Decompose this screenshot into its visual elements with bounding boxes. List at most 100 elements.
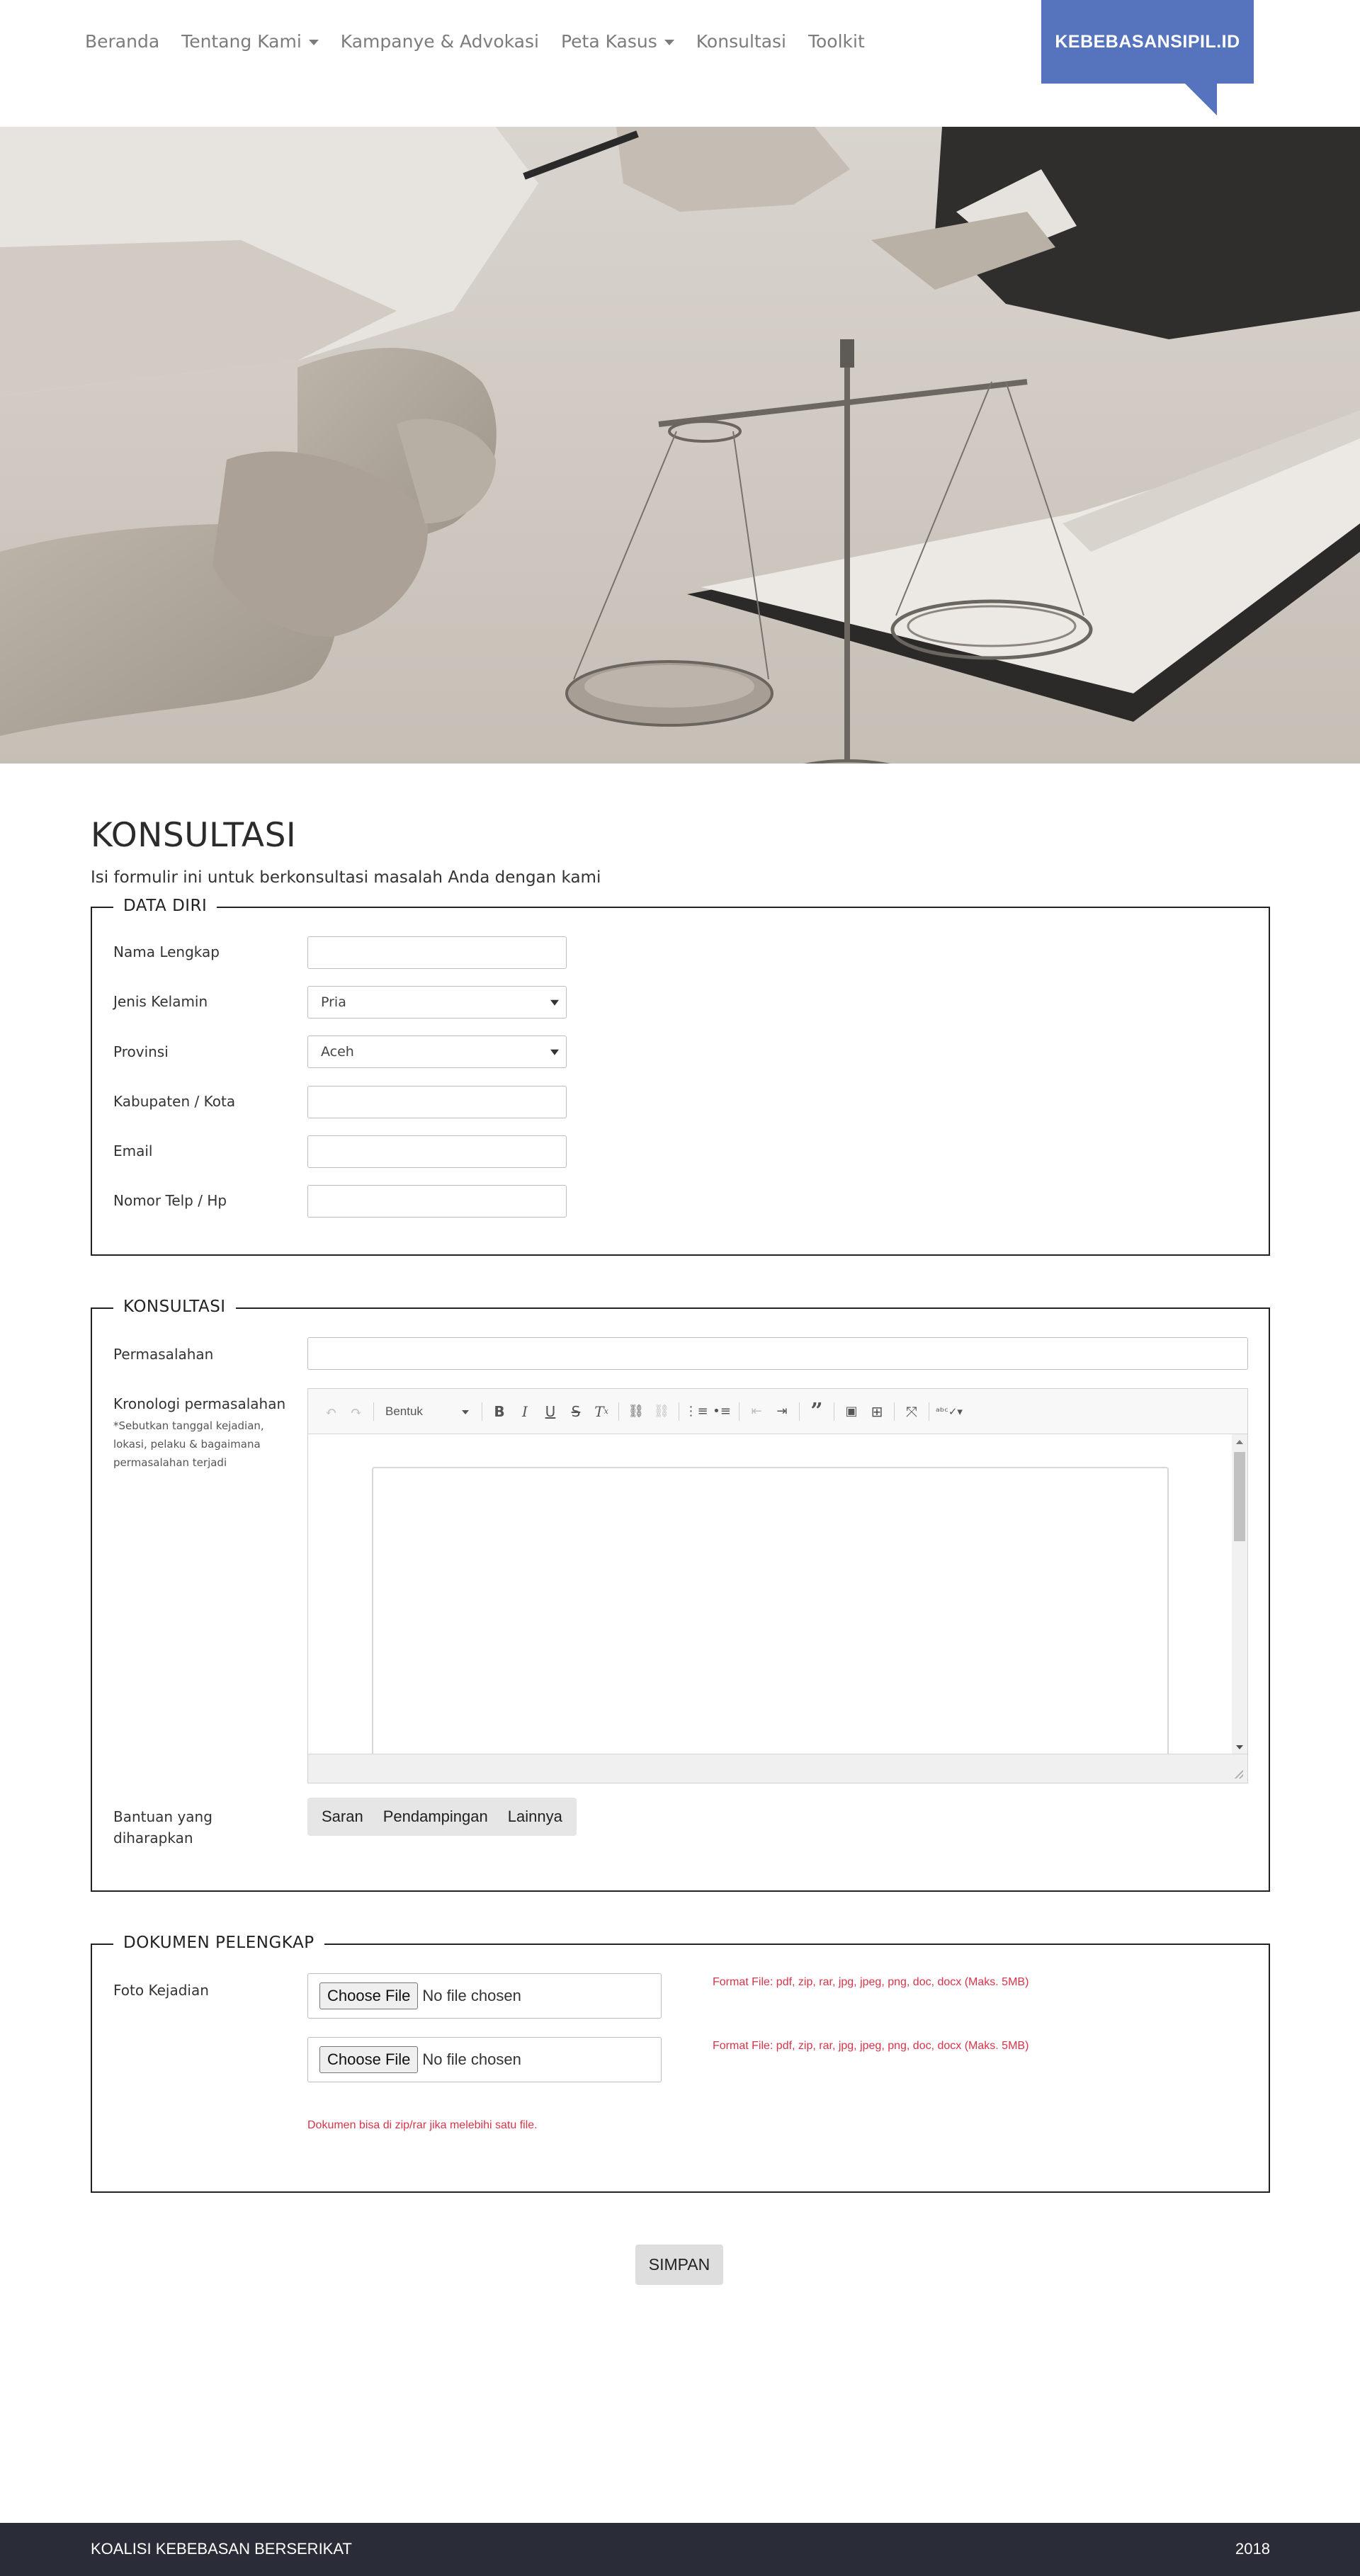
- zip-note: Dokumen bisa di zip/rar jika melebihi sa…: [307, 2119, 538, 2131]
- label-bantuan: Bantuan yang diharapkan: [113, 1808, 212, 1846]
- nav-label: Peta Kasus: [560, 31, 657, 52]
- editor-page[interactable]: [372, 1467, 1169, 1755]
- telp-input[interactable]: [307, 1185, 567, 1218]
- caret-down-icon: [308, 39, 319, 45]
- resize-handle-icon[interactable]: [1235, 1770, 1243, 1778]
- italic-icon[interactable]: I: [512, 1401, 538, 1422]
- format-label: Bentuk: [385, 1404, 423, 1418]
- toolbar-separator: [894, 1402, 895, 1421]
- fieldset-data-diri: DATA DIRI Nama Lengkap Jenis Kelamin Pri…: [91, 897, 1270, 1256]
- scales-of-justice-illustration: [0, 127, 1360, 764]
- legend-konsultasi: KONSULTASI: [113, 1298, 236, 1316]
- editor-scrollbar[interactable]: [1232, 1434, 1247, 1755]
- gender-select[interactable]: Pria: [307, 986, 567, 1019]
- format-dropdown[interactable]: Bentuk: [378, 1401, 477, 1422]
- simpan-button[interactable]: SIMPAN: [635, 2245, 723, 2285]
- toolbar-separator: [373, 1402, 374, 1421]
- underline-icon[interactable]: U: [538, 1401, 563, 1422]
- nav-label: Beranda: [85, 31, 160, 52]
- label-jenis-kelamin: Jenis Kelamin: [113, 993, 208, 1010]
- undo-icon[interactable]: ↶: [318, 1401, 344, 1422]
- provinsi-select[interactable]: Aceh: [307, 1035, 567, 1068]
- file-status: No file chosen: [422, 2050, 521, 2068]
- label-foto-kejadian: Foto Kejadian: [113, 1982, 209, 1999]
- nav-label: Konsultasi: [696, 31, 786, 52]
- unlink-icon[interactable]: ⛓: [649, 1401, 674, 1422]
- spellcheck-icon[interactable]: ᵃᵇᶜ✓▾: [934, 1401, 965, 1422]
- scroll-down-icon[interactable]: [1236, 1745, 1243, 1749]
- fieldset-dokumen: DOKUMEN PELENGKAP Foto Kejadian Choose F…: [91, 1934, 1270, 2193]
- indent-icon[interactable]: ⇥: [769, 1401, 795, 1422]
- email-input[interactable]: [307, 1135, 567, 1168]
- page-subtitle: Isi formulir ini untuk berkonsultasi mas…: [91, 868, 601, 887]
- label-provinsi: Provinsi: [113, 1043, 169, 1060]
- caret-down-icon: [462, 1409, 469, 1414]
- nav-links: Beranda Tentang Kami Kampanye & Advokasi…: [85, 31, 887, 52]
- outdent-icon[interactable]: ⇤: [744, 1401, 769, 1422]
- brand-tail-shape: [1185, 84, 1217, 115]
- provinsi-value: Aceh: [321, 1044, 354, 1060]
- choose-file-button[interactable]: Choose File: [319, 2046, 419, 2073]
- nav-item-kampanye[interactable]: Kampanye & Advokasi: [341, 31, 539, 52]
- file-input-1[interactable]: Choose File No file chosen: [307, 1973, 662, 2019]
- label-permasalahan: Permasalahan: [113, 1346, 214, 1363]
- nav-item-konsultasi[interactable]: Konsultasi: [696, 31, 786, 52]
- legend-dokumen: DOKUMEN PELENGKAP: [113, 1934, 324, 1952]
- file-input-2[interactable]: Choose File No file chosen: [307, 2037, 662, 2082]
- page-title: KONSULTASI: [91, 816, 297, 855]
- brand-logo[interactable]: KEBEBASANSIPIL.ID: [1041, 0, 1254, 84]
- editor-toolbar: ↶ ↷ Bentuk B I U S Tx ⛓ ⛓ ⋮≡ •≡ ⇤ ⇥ ” ▣ …: [308, 1389, 1247, 1434]
- bantuan-option-lainnya[interactable]: Lainnya: [498, 1808, 572, 1826]
- scroll-thumb[interactable]: [1234, 1452, 1245, 1541]
- permasalahan-input[interactable]: [307, 1337, 1248, 1370]
- maximize-icon[interactable]: ⤧: [899, 1401, 924, 1422]
- hero-image: [0, 127, 1360, 764]
- format-note-1: Format File: pdf, zip, rar, jpg, jpeg, p…: [713, 1976, 1029, 1988]
- format-note-2: Format File: pdf, zip, rar, jpg, jpeg, p…: [713, 2040, 1029, 2052]
- footer: KOALISI KEBEBASAN BERSERIKAT 2018: [0, 2523, 1360, 2576]
- label-kronologi: Kronologi permasalahan: [113, 1395, 286, 1412]
- nav-label: Toolkit: [808, 31, 865, 52]
- nav-item-tentang-kami[interactable]: Tentang Kami: [181, 31, 319, 52]
- nav-item-toolkit[interactable]: Toolkit: [808, 31, 865, 52]
- nav-label: Tentang Kami: [181, 31, 302, 52]
- toolbar-separator: [739, 1402, 740, 1421]
- footer-year: 2018: [1235, 2540, 1270, 2558]
- editor-footer: [308, 1754, 1247, 1783]
- image-icon[interactable]: ▣: [839, 1401, 864, 1422]
- bold-icon[interactable]: B: [487, 1401, 512, 1422]
- kota-input[interactable]: [307, 1086, 567, 1118]
- bantuan-option-pendampingan[interactable]: Pendampingan: [373, 1808, 498, 1826]
- label-email: Email: [113, 1142, 153, 1159]
- nav-label: Kampanye & Advokasi: [340, 31, 539, 52]
- table-icon[interactable]: ⊞: [864, 1401, 890, 1422]
- numbered-list-icon[interactable]: ⋮≡: [684, 1401, 709, 1422]
- redo-icon[interactable]: ↷: [344, 1401, 369, 1422]
- bantuan-option-saran[interactable]: Saran: [312, 1808, 373, 1826]
- toolbar-separator: [618, 1402, 619, 1421]
- file-status: No file chosen: [422, 1987, 521, 2004]
- scroll-up-icon[interactable]: [1236, 1440, 1243, 1444]
- toolbar-separator: [799, 1402, 800, 1421]
- remove-format-icon[interactable]: Tx: [589, 1401, 614, 1422]
- dropdown-arrow-icon: [550, 1049, 559, 1055]
- link-icon[interactable]: ⛓: [623, 1401, 649, 1422]
- blockquote-icon[interactable]: ”: [804, 1399, 829, 1424]
- nav-item-beranda[interactable]: Beranda: [85, 31, 159, 52]
- choose-file-button[interactable]: Choose File: [319, 1982, 419, 2009]
- bulleted-list-icon[interactable]: •≡: [709, 1401, 735, 1422]
- label-telp: Nomor Telp / Hp: [113, 1192, 227, 1209]
- editor-content-area[interactable]: [308, 1434, 1247, 1755]
- label-nama: Nama Lengkap: [113, 943, 220, 960]
- nav-item-peta-kasus[interactable]: Peta Kasus: [561, 31, 674, 52]
- bantuan-button-group: Saran Pendampingan Lainnya: [307, 1798, 577, 1836]
- fieldset-konsultasi: KONSULTASI Permasalahan Kronologi permas…: [91, 1298, 1270, 1892]
- dropdown-arrow-icon: [550, 999, 559, 1006]
- navbar: Beranda Tentang Kami Kampanye & Advokasi…: [0, 0, 1360, 127]
- caret-down-icon: [664, 39, 674, 45]
- strikethrough-icon[interactable]: S: [563, 1401, 589, 1422]
- legend-data-diri: DATA DIRI: [113, 897, 217, 915]
- nama-input[interactable]: [307, 936, 567, 969]
- gender-value: Pria: [321, 994, 346, 1010]
- kronologi-note: *Sebutkan tanggal kejadian, lokasi, pela…: [113, 1419, 264, 1469]
